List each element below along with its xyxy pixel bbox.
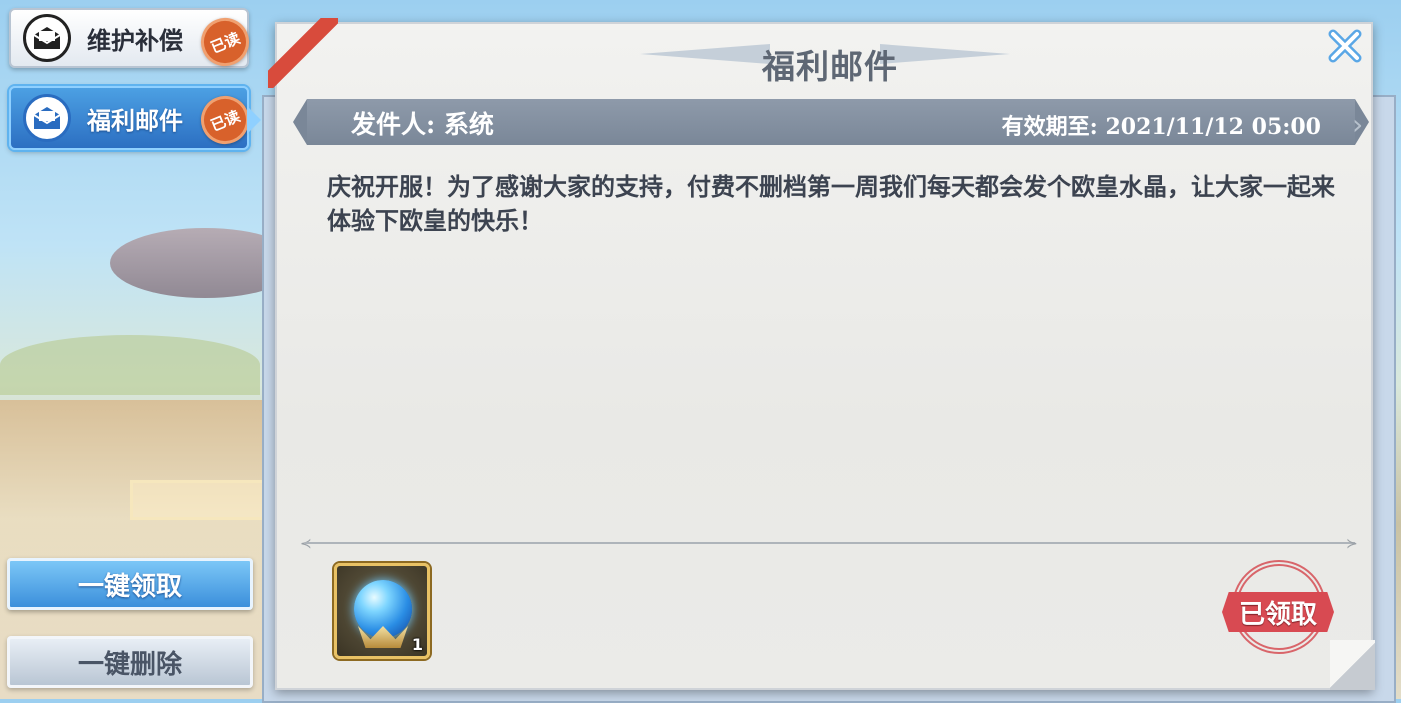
claim-all-button[interactable]: 一键领取 [7,558,253,610]
envelope-icon [23,94,71,142]
mail-tab-label: 福利邮件 [87,105,183,135]
expiry-date: 有效期至: 2021/11/12 05:00 [1001,114,1321,140]
claimed-label: 已领取 [1222,592,1334,632]
sender: 发件人: 系统 [351,110,494,139]
mail-body: 庆祝开服！为了感谢大家的支持，付费不删档第一周我们每天都会发个欧皇水晶，让大家一… [327,172,1335,235]
envelope-open-icon [23,14,71,62]
divider-left-ornament: ≺ [300,536,312,552]
divider-right-ornament: ≻ [1346,536,1358,552]
mail-tab-maintenance[interactable]: 维护补偿 已读 [9,8,257,74]
bar-right-chevron-icon: › [1352,108,1364,141]
background-hill [0,335,260,395]
mail-title: 福利邮件 [762,47,898,86]
page-curl [1330,640,1375,690]
mail-tab-welfare[interactable]: 福利邮件 已读 [9,86,261,152]
selected-arrow-icon [247,106,261,134]
sender-bar: 发件人: 系统 有效期至: 2021/11/12 05:00 [293,99,1369,145]
attachment-item[interactable]: 1 [334,563,430,659]
claimed-stamp: 已领取 [1222,560,1334,660]
delete-all-button[interactable]: 一键删除 [7,636,253,688]
read-badge: 已读 [193,10,257,74]
divider [305,542,1355,544]
close-icon [1328,29,1362,63]
close-button[interactable] [1325,26,1365,66]
mail-tab-label: 维护补偿 [87,25,183,55]
corner-ribbon [268,18,338,88]
attachment-count: 1 [411,635,423,654]
